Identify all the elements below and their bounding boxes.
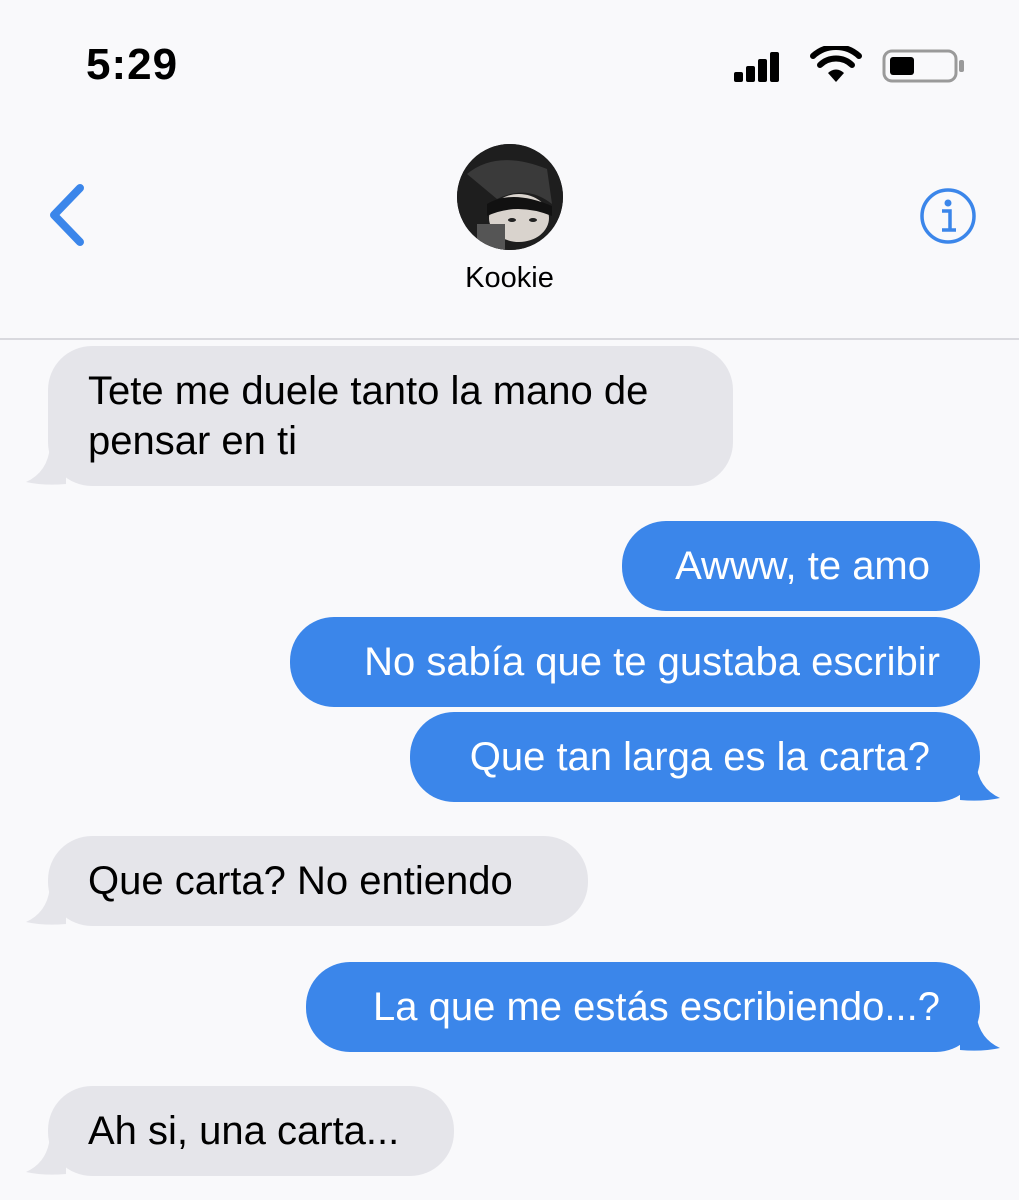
message-bubble-sent[interactable]: La que me estás escribiendo...? (306, 962, 980, 1052)
conversation-header: Kookie (0, 110, 1019, 340)
message-bubble-sent[interactable]: Que tan larga es la carta? (410, 712, 980, 802)
bubble-tail (960, 1012, 1000, 1051)
message-text: Que tan larga es la carta? (469, 735, 930, 779)
message-bubble-received[interactable]: Tete me duele tanto la mano de pensar en… (48, 346, 733, 486)
message-text: Ah si, una carta... (88, 1109, 400, 1153)
bubble-tail (26, 1136, 66, 1175)
status-time: 5:29 (86, 40, 179, 89)
contact-name[interactable]: Kookie (0, 262, 1019, 295)
message-text: No sabía que te gustaba escribir (364, 640, 940, 684)
message-text: Awww, te amo (675, 544, 930, 588)
message-bubble-sent[interactable]: Awww, te amo (622, 521, 980, 611)
message-bubble-received[interactable]: Que carta? No entiendo (48, 836, 588, 926)
message-text: Que carta? No entiendo (88, 859, 513, 903)
info-icon[interactable] (918, 186, 978, 246)
message-text: La que me estás escribiendo...? (372, 985, 940, 1029)
message-text: pensar en ti (88, 419, 298, 463)
battery-icon (882, 49, 964, 83)
wifi-icon (810, 46, 862, 82)
messages-screen: 5:29 Kookie Tete me duele tanto la mano … (0, 0, 1019, 1200)
contact-avatar[interactable] (457, 144, 563, 250)
bubble-tail (960, 762, 1000, 801)
message-bubble-received[interactable]: Ah si, una carta... (48, 1086, 454, 1176)
bubble-tail (26, 446, 66, 485)
message-text: Tete me duele tanto la mano de (88, 369, 649, 413)
bubble-tail (26, 886, 66, 925)
message-bubble-sent[interactable]: No sabía que te gustaba escribir (290, 617, 980, 707)
cellular-signal-icon (734, 52, 779, 82)
back-chevron-icon[interactable] (40, 180, 96, 250)
avatar-photo (457, 144, 563, 250)
